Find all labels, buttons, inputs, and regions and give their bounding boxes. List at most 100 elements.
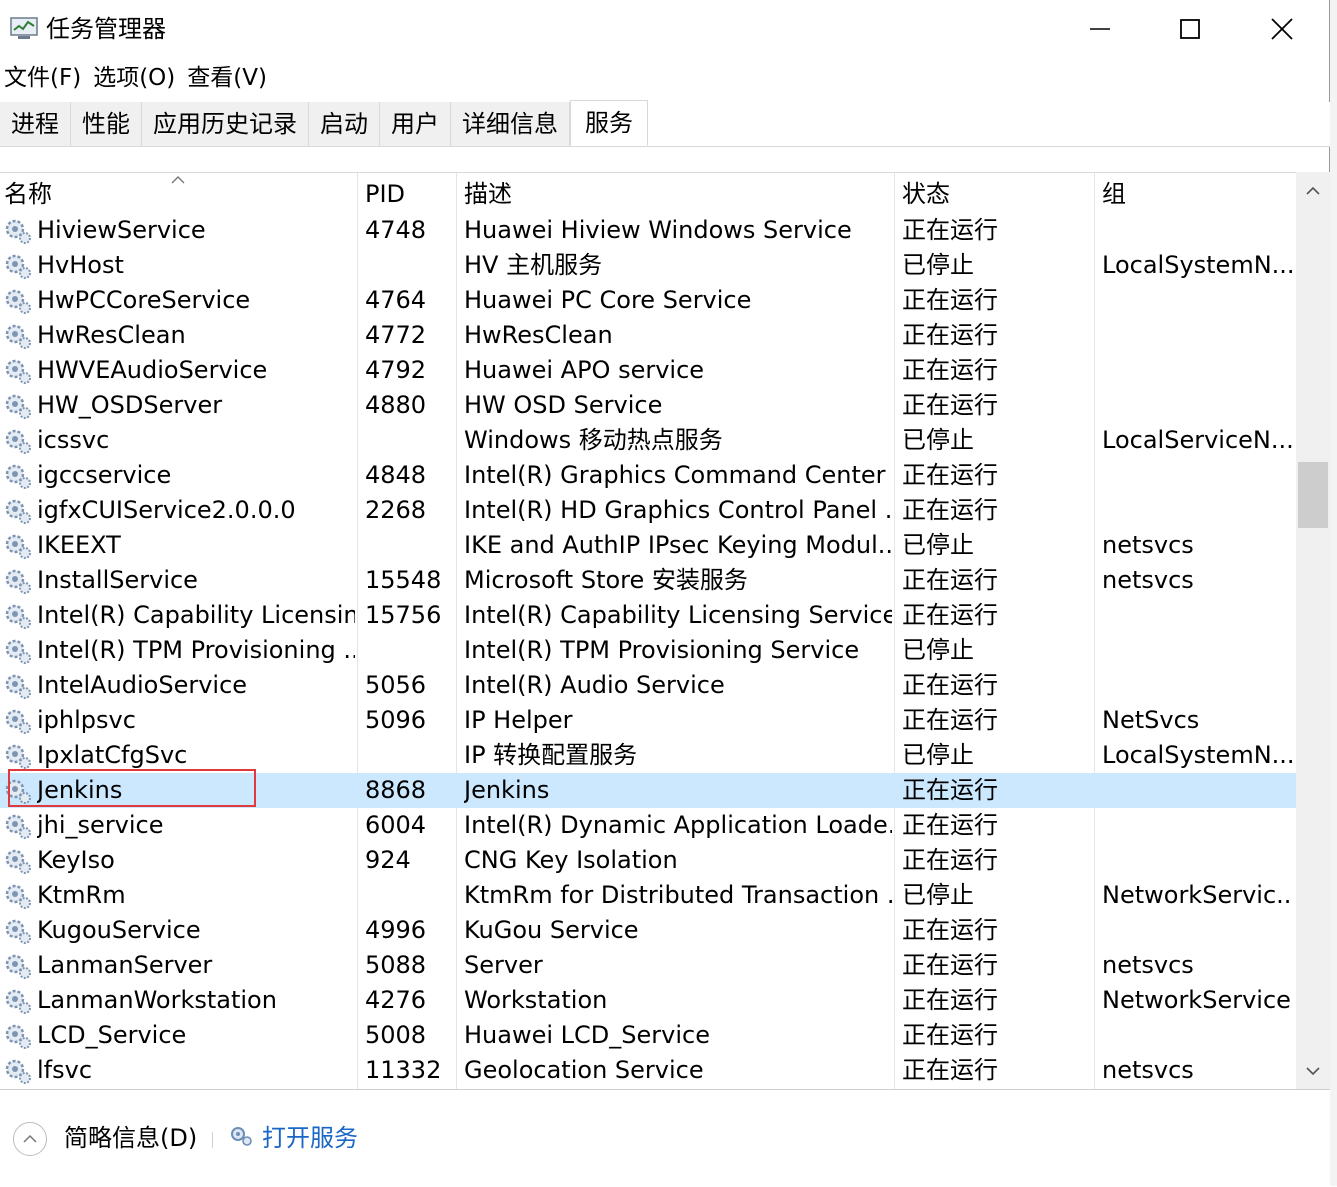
service-gear-icon [5, 639, 31, 664]
service-description: Workstation [464, 986, 608, 1014]
service-status: 正在运行 [902, 461, 998, 489]
service-gear-icon [5, 989, 31, 1014]
task-manager-icon [10, 17, 38, 39]
service-name: LCD_Service [37, 1021, 187, 1049]
service-status: 正在运行 [902, 356, 998, 384]
service-gear-icon [5, 254, 31, 279]
service-description: Geolocation Service [464, 1056, 704, 1084]
minimize-button[interactable] [1054, 0, 1146, 58]
table-row[interactable]: IntelAudioService 5056 Intel(R) Audio Serv… [0, 668, 1296, 703]
table-row[interactable]: LanmanWorkstation 4276 Workstation 正在运行 Netw… [0, 983, 1296, 1018]
service-group: LocalSystemN... [1102, 251, 1292, 279]
tab-app-history[interactable]: 应用历史记录 [142, 102, 309, 146]
service-status: 已停止 [902, 636, 974, 664]
fewer-details-link[interactable]: 简略信息(D) [64, 1120, 197, 1156]
column-header-group[interactable]: 组 [1102, 173, 1126, 215]
menu-file[interactable]: 文件(F) [0, 58, 89, 98]
service-pid: 15548 [365, 566, 442, 594]
close-button[interactable] [1236, 0, 1328, 58]
table-row[interactable]: IKEEXT IKE and AuthIP IPsec Keying Modul.… [0, 528, 1296, 563]
service-status: 已停止 [902, 881, 974, 909]
vertical-scrollbar[interactable] [1296, 172, 1330, 1089]
service-name: igfxCUIService2.0.0.0 [37, 496, 296, 524]
tab-processes[interactable]: 进程 [0, 102, 71, 146]
service-name: IntelAudioService [37, 671, 248, 699]
service-group: NetworkService [1102, 986, 1291, 1014]
service-status: 已停止 [902, 251, 974, 279]
service-name: HiviewService [37, 216, 206, 244]
service-group: netsvcs [1102, 566, 1194, 594]
table-row[interactable]: HvHost HV 主机服务 已停止 LocalSystemN... [0, 248, 1296, 283]
table-row[interactable]: Intel(R) TPM Provisioning ... Intel(R) TP… [0, 633, 1296, 668]
service-pid: 2268 [365, 496, 427, 524]
service-status: 正在运行 [902, 706, 998, 734]
column-header-name[interactable]: 名称 [4, 173, 52, 215]
service-gear-icon [5, 324, 31, 349]
table-row[interactable]: Intel(R) Capability Licensin... 15756 Inte… [0, 598, 1296, 633]
service-pid: 4880 [365, 391, 427, 419]
table-row[interactable]: HWVEAudioService 4792 Huawei APO service 正在… [0, 353, 1296, 388]
table-row[interactable]: KugouService 4996 KuGou Service 正在运行 [0, 913, 1296, 948]
title-bar[interactable]: 任务管理器 [0, 0, 1330, 58]
menu-view[interactable]: 查看(V) [183, 58, 275, 98]
column-header-description[interactable]: 描述 [464, 173, 512, 215]
tab-services[interactable]: 服务 [570, 100, 648, 146]
table-row[interactable]: HiviewService 4748 Huawei Hiview Windows S… [0, 213, 1296, 248]
table-row[interactable]: IpxlatCfgSvc IP 转换配置服务 已停止 LocalSystemN... [0, 738, 1296, 773]
tab-details[interactable]: 详细信息 [451, 102, 570, 146]
service-gear-icon [5, 709, 31, 734]
table-row[interactable]: KtmRm KtmRm for Distributed Transaction .… [0, 878, 1296, 913]
service-pid: 11332 [365, 1056, 442, 1084]
service-pid: 4996 [365, 916, 427, 944]
table-row[interactable]: lfsvc 11332 Geolocation Service 正在运行 netsvcs [0, 1053, 1296, 1088]
footer-bar: 简略信息(D) 打开服务 [0, 1089, 1330, 1187]
table-row[interactable]: HW_OSDServer 4880 HW OSD Service 正在运行 [0, 388, 1296, 423]
column-header-pid[interactable]: PID [365, 173, 405, 215]
service-gear-icon [5, 849, 31, 874]
fewer-details-button[interactable] [13, 1122, 47, 1156]
service-name: IKEEXT [37, 531, 121, 559]
service-status: 正在运行 [902, 951, 998, 979]
table-row[interactable]: LCD_Service 5008 Huawei LCD_Service 正在运行 [0, 1018, 1296, 1053]
service-status: 正在运行 [902, 286, 998, 314]
service-gear-icon [5, 884, 31, 909]
table-row[interactable]: HwResClean 4772 HwResClean 正在运行 [0, 318, 1296, 353]
service-pid: 5056 [365, 671, 427, 699]
column-header-status[interactable]: 状态 [902, 173, 950, 215]
service-status: 正在运行 [902, 916, 998, 944]
service-pid: 5008 [365, 1021, 427, 1049]
table-row[interactable]: LanmanServer 5088 Server 正在运行 netsvcs [0, 948, 1296, 983]
tab-performance[interactable]: 性能 [71, 102, 142, 146]
table-row[interactable]: igccservice 4848 Intel(R) Graphics Command… [0, 458, 1296, 493]
open-services-link[interactable]: 打开服务 [262, 1120, 358, 1156]
service-description: Huawei APO service [464, 356, 705, 384]
table-row[interactable]: igfxCUIService2.0.0.0 2268 Intel(R) HD Gra… [0, 493, 1296, 528]
service-name: HvHost [37, 251, 124, 279]
service-pid: 15756 [365, 601, 442, 629]
maximize-button[interactable] [1144, 0, 1236, 58]
service-group: netsvcs [1102, 531, 1194, 559]
scroll-up-button[interactable] [1296, 174, 1330, 208]
scrollbar-thumb[interactable] [1298, 462, 1328, 528]
service-name: igccservice [37, 461, 172, 489]
table-row[interactable]: HwPCCoreService 4764 Huawei PC Core Servic… [0, 283, 1296, 318]
menu-options[interactable]: 选项(O) [89, 58, 183, 98]
service-description: HwResClean [464, 321, 613, 349]
service-group: LocalServiceN... [1102, 426, 1292, 454]
scroll-down-button[interactable] [1296, 1054, 1330, 1088]
service-pid: 4764 [365, 286, 427, 314]
service-pid: 5096 [365, 706, 427, 734]
sort-up-icon [171, 176, 185, 184]
table-row[interactable]: KeyIso 924 CNG Key Isolation 正在运行 [0, 843, 1296, 878]
table-row[interactable]: InstallService 15548 Microsoft Store 安装服务 正… [0, 563, 1296, 598]
service-pid: 924 [365, 846, 411, 874]
menu-bar: 文件(F) 选项(O) 查看(V) [0, 58, 275, 98]
tab-users[interactable]: 用户 [380, 102, 451, 146]
service-gear-icon [5, 359, 31, 384]
table-row[interactable]: icssvc Windows 移动热点服务 已停止 LocalServiceN... [0, 423, 1296, 458]
table-row[interactable]: jhi_service 6004 Intel(R) Dynamic Applicat… [0, 808, 1296, 843]
table-row[interactable]: iphlpsvc 5096 IP Helper 正在运行 NetSvcs [0, 703, 1296, 738]
tab-startup[interactable]: 启动 [309, 102, 380, 146]
service-description: IP 转换配置服务 [464, 741, 638, 769]
scroll-down-icon [1306, 1067, 1320, 1076]
